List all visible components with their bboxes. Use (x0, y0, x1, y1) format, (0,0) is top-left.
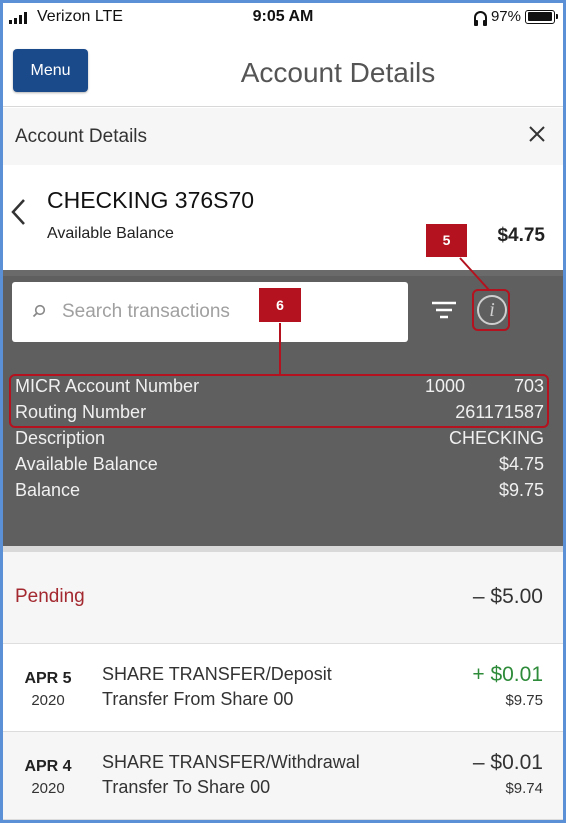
annotation-badge-5: 5 (425, 223, 468, 258)
panel-top-edge (3, 270, 563, 276)
transaction-amount: + $0.01 (472, 663, 543, 686)
balance-label: Balance (15, 480, 81, 500)
balance-value: $9.75 (498, 480, 544, 500)
modal-header: Account Details (3, 108, 563, 165)
transaction-date: APR 4 (24, 758, 72, 775)
account-name: CHECKING 376S70 (47, 187, 255, 213)
close-icon[interactable] (525, 122, 549, 146)
annotation-badge-6: 6 (258, 287, 302, 323)
battery-percent: 97% (490, 8, 521, 25)
transaction-row[interactable]: APR 5 2020 SHARE TRANSFER/Deposit Transf… (3, 644, 563, 732)
page-title: Account Details (240, 57, 436, 88)
annotation-info-highlight (472, 289, 510, 331)
detail-available-value: $4.75 (498, 454, 544, 474)
pending-amount: – $5.00 (472, 585, 543, 608)
account-summary: CHECKING 376S70 Available Balance $4.75 (3, 165, 563, 270)
description-value: CHECKING (448, 428, 544, 448)
transaction-title: SHARE TRANSFER/Deposit (102, 664, 332, 684)
battery-icon (525, 9, 558, 24)
filter-icon[interactable] (431, 300, 457, 320)
transaction-year: 2020 (31, 692, 65, 709)
transaction-subtitle: Transfer To Share 00 (102, 777, 271, 797)
transaction-subtitle: Transfer From Share 00 (102, 689, 294, 709)
transaction-year: 2020 (31, 780, 65, 797)
status-bar: Verizon LTE 9:05 AM 97% (3, 3, 563, 31)
transaction-running-balance: $9.74 (505, 780, 543, 797)
description-label: Description (15, 428, 106, 448)
description-row: Description CHECKING (3, 426, 563, 452)
detail-available-label: Available Balance (15, 454, 158, 474)
transaction-date: APR 5 (24, 670, 72, 687)
search-icon (32, 304, 46, 318)
transaction-title: SHARE TRANSFER/Withdrawal (102, 752, 360, 772)
pending-row[interactable]: Pending – $5.00 (3, 552, 563, 644)
search-box[interactable] (12, 282, 408, 342)
transaction-running-balance: $9.75 (505, 692, 543, 709)
back-chevron-icon[interactable] (9, 197, 27, 227)
transaction-row[interactable]: APR 4 2020 SHARE TRANSFER/Withdrawal Tra… (3, 732, 563, 820)
search-input[interactable] (62, 282, 392, 342)
balance-row: Balance $9.75 (3, 478, 563, 504)
transaction-amount: – $0.01 (472, 751, 543, 774)
status-right: 97% (473, 8, 558, 26)
available-balance-row: Available Balance $4.75 (3, 452, 563, 478)
available-balance-value: $4.75 (497, 225, 545, 246)
headphone-icon (473, 10, 487, 26)
app-header: Menu Account Details (3, 31, 563, 107)
pending-label: Pending (15, 586, 85, 607)
modal-title: Account Details (15, 126, 148, 147)
available-balance-label: Available Balance (47, 225, 174, 242)
annotation-micr-routing-highlight (9, 374, 549, 428)
